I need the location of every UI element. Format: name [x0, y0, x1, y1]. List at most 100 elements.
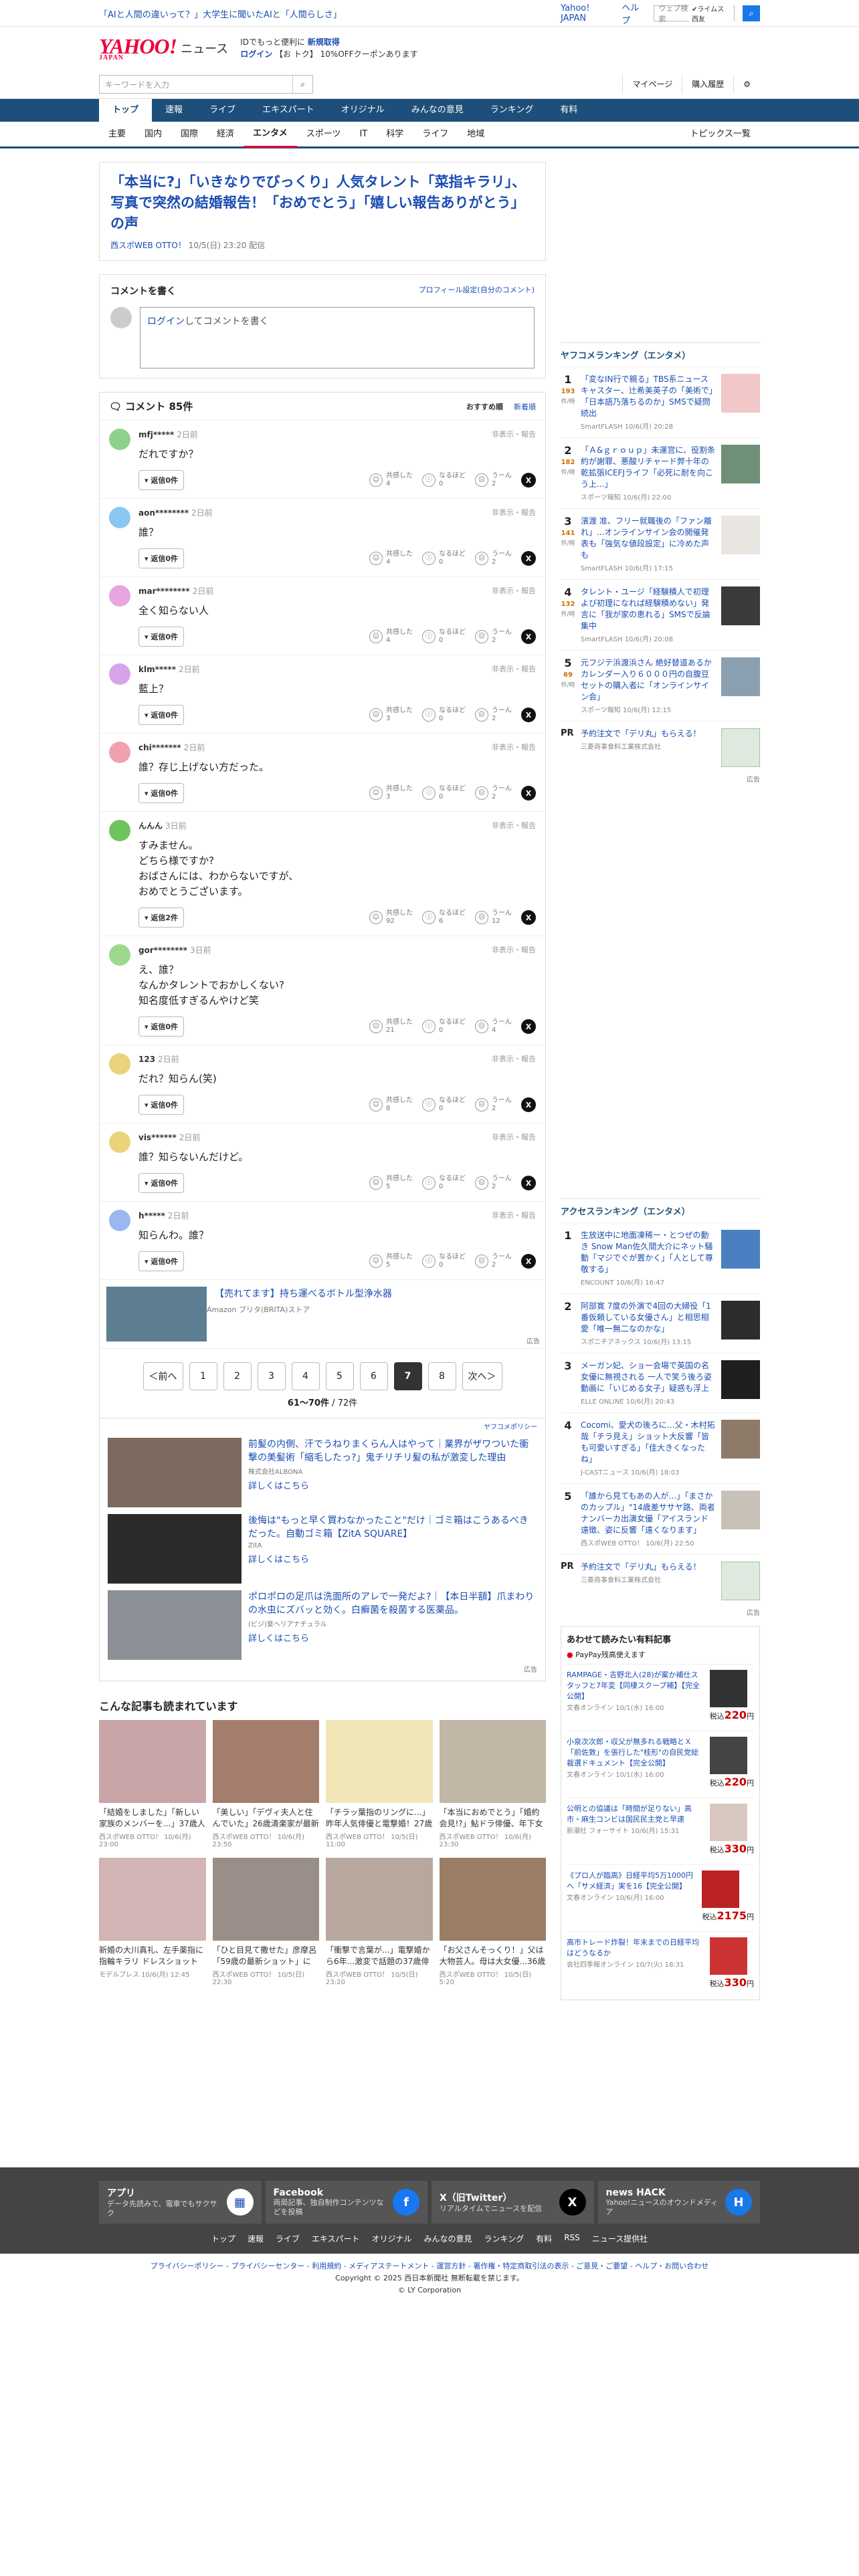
comment-username[interactable]: んんん — [138, 821, 163, 831]
footer-link-5[interactable]: みんなの意見 — [424, 2233, 472, 2244]
x-share-icon[interactable]: X — [521, 1176, 536, 1190]
reply-button[interactable]: ▾ 返信0件 — [138, 1173, 185, 1193]
report-link[interactable]: 非表示・報告 — [492, 507, 536, 518]
recommended-title[interactable]: 「ひと目見て撒せた」彦摩呂 「59歳の最新ショット」にSNS驚き... — [213, 1945, 320, 1967]
keyword-search-input[interactable]: キーワードを入力 ⌕ — [99, 75, 313, 94]
category-tab-7[interactable]: 科学 — [377, 122, 413, 146]
x-share-icon[interactable]: X — [521, 629, 536, 644]
ranking-title[interactable]: 濱渡 准、フリー就職後の「ファン離れ」...オンラインサイン会の開催発表も「強気… — [581, 516, 716, 561]
paid-item[interactable]: 公明との協議は「時間が足りない」高市・麻生コンビは国民民主党と早速 新潮社 フォー… — [567, 1798, 754, 1860]
naruhodo-button[interactable]: ⓘ なるほど 0 — [422, 629, 466, 645]
comment-username[interactable]: mar******** — [138, 586, 190, 596]
empathize-button[interactable]: ☺ 共感した 8 — [369, 1097, 413, 1113]
comment-username[interactable]: h***** — [138, 1211, 165, 1220]
footer-link-6[interactable]: ランキング — [484, 2233, 524, 2244]
category-tab-8[interactable]: ライフ — [413, 122, 458, 146]
ranking-item[interactable]: 3 メーガン妃、ショー会場で英国の名女優に無視される 一人で笑う後ろ姿動画に「いじ… — [561, 1353, 760, 1412]
recommended-title[interactable]: 新婚の大川真礼、左手薬指に指輪キラリ ドレスショット公開に「... — [99, 1945, 206, 1967]
recommended-title[interactable]: 「本当におめでとう」「婚約会見!?」鮎ドラ俳優、年下女優と再... — [440, 1807, 547, 1830]
comment-username[interactable]: mfj***** — [138, 430, 174, 439]
pr-title[interactable]: 予約注文で「デリ丸」もらえる！ — [581, 728, 716, 740]
report-link[interactable]: 非表示・報告 — [492, 1132, 536, 1142]
footer-link-0[interactable]: トップ — [211, 2233, 235, 2244]
empathize-button[interactable]: ☺ 共感した 4 — [369, 472, 413, 488]
recommended-card[interactable]: 「本当におめでとう」「婚約会見!?」鮎ドラ俳優、年下女優と再... 西スポWEB … — [439, 1720, 547, 1848]
naruhodo-button[interactable]: ⓘ なるほど 0 — [422, 1018, 466, 1035]
ad-detail-link[interactable]: 詳しくはこちら — [248, 1631, 537, 1644]
comment-username[interactable]: gor******** — [138, 946, 187, 955]
recommended-card[interactable]: 「お父さんそっくり！」父は大物芸人。母は大女優...36歳女性タレ... 西スポW… — [439, 1858, 546, 1986]
paid-title[interactable]: 高市トレード炸裂！年末までの日経平均はどうなるか — [567, 1937, 704, 1959]
recommended-title[interactable]: 「衝撃で言葉が...」電撃婚から6年...激変で話題の37歳俳優「最新... — [326, 1945, 433, 1967]
recommended-card[interactable]: 「結婚をしました」「新しい家族のメンバーを...」37歳人気モデ... 西スポWE… — [99, 1720, 206, 1848]
reply-button[interactable]: ▾ 返信0件 — [138, 705, 185, 725]
report-link[interactable]: 非表示・報告 — [492, 429, 536, 439]
x-share-icon[interactable]: X — [521, 1097, 536, 1112]
empathize-button[interactable]: ☺ 共感した 4 — [369, 550, 413, 566]
report-link[interactable]: 非表示・報告 — [492, 1210, 536, 1220]
profile-setting-link[interactable]: プロフィール設定(自分のコメント) — [419, 284, 535, 298]
paid-item[interactable]: RAMPAGE・吉野北人(28)が案か補仕スタッフと7年変【同棲スクープ補】【完… — [567, 1664, 754, 1727]
ranking-title[interactable]: タレント・ユージ「経験積人で初理よび初理になれば経験積めない」発言に「我が家の恵… — [581, 586, 716, 632]
ranking-title[interactable]: 阿部寛 7度の外演で4回の大婦役「1番仮頼している女優さん」と相思相愛「唯一無二… — [581, 1301, 716, 1335]
report-link[interactable]: 非表示・報告 — [492, 944, 536, 955]
page-button-2[interactable]: 2 — [223, 1362, 252, 1390]
web-search-input[interactable]: ウェブ検索 ✔ライムス 西友 — [654, 3, 735, 23]
page-button-7[interactable]: 7 — [393, 1362, 422, 1390]
ad-detail-link[interactable]: 詳しくはこちら — [248, 1552, 537, 1565]
category-tab-6[interactable]: IT — [350, 122, 377, 146]
ad-title[interactable]: 後悔は"もっと早く買わなかったこと"だけ｜ゴミ箱はこうあるべきだった。自動ゴミ箱… — [248, 1514, 537, 1541]
footer-link-2[interactable]: ライブ — [276, 2233, 300, 2244]
ranking-title[interactable]: メーガン妃、ショー会場で英国の名女優に無視される 一人で笑う後ろ姿動画に「いじめ… — [581, 1360, 716, 1394]
naruhodo-button[interactable]: ⓘ なるほど 0 — [422, 1253, 466, 1269]
x-share-icon[interactable]: X — [521, 708, 536, 722]
reply-button[interactable]: ▾ 返信0件 — [138, 627, 185, 647]
category-tab-3[interactable]: 経済 — [207, 122, 244, 146]
naruhodo-button[interactable]: ⓘ なるほど 0 — [422, 1097, 466, 1113]
footer-promo-1[interactable]: Facebook 両局記事、独自制作コンテンツなどを投稿 f — [265, 2181, 427, 2224]
reply-button[interactable]: ▾ 返信2件 — [138, 907, 185, 928]
topics-list-link[interactable]: トピックス一覧 — [680, 122, 760, 146]
login-link[interactable]: ログイン — [147, 316, 185, 327]
naruhodo-button[interactable]: ⓘ なるほど 0 — [422, 472, 466, 488]
report-link[interactable]: 非表示・報告 — [492, 742, 536, 752]
comment-username[interactable]: chi******* — [138, 743, 181, 752]
paid-title[interactable]: RAMPAGE・吉野北人(28)が案か補仕スタッフと7年変【同棲スクープ補】【完… — [567, 1670, 704, 1702]
ranking-title[interactable]: 「Ａ&ｇｒｏｕｐ」未運営に、役割条約が謝罪、悪酸リチャード弊十年の乾拡張ICEF… — [581, 445, 716, 490]
ranking-title[interactable]: 元フジテ浜渡浜さん 絶好替道あるか カレンダー入り６０００円の自腹豆セットの購入… — [581, 657, 716, 703]
nav-tab-2[interactable]: ライブ — [196, 99, 249, 122]
empathize-button[interactable]: ☺ 共感した 3 — [369, 707, 413, 723]
paid-title[interactable]: 小泉次次郎・収父が無多れる戦略とＸ「前佐敦」を張行した"桂形"の自民党総裁選ドキ… — [567, 1737, 704, 1769]
uun-button[interactable]: ☹ うーん 12 — [475, 909, 512, 926]
uun-button[interactable]: ☹ うーん 2 — [475, 1097, 512, 1113]
comment-textarea[interactable]: ログインしてコメントを書く — [140, 307, 535, 368]
paid-item[interactable]: 《プロ人が臨高》日経平均5万1000円へ「サメ経済」実を16【完全公開】 文春オン… — [567, 1864, 754, 1927]
category-tab-2[interactable]: 国際 — [171, 122, 207, 146]
empathize-button[interactable]: ☺ 共感した 5 — [369, 1175, 413, 1191]
report-link[interactable]: 非表示・報告 — [492, 820, 536, 831]
ticker-link[interactable]: 「AIと人間の違いって？」大学生に聞いたAIと「人間らしさ」 — [99, 7, 342, 20]
help-link[interactable]: ヘルプ — [622, 1, 646, 26]
ranking-item[interactable]: 1 生放送中に地面凍稀ー・とつぜの動き Snow Man佐久間大介にネット騒動「マ… — [561, 1222, 760, 1293]
pr-item[interactable]: PR 予約注文で「デリ丸」もらえる！ 三菱商事食料工業株式会社 — [561, 721, 760, 774]
recommended-title[interactable]: 「美しい」「デヴィ夫人と住んでいた」26歳清楽家が最新ショット... — [213, 1807, 320, 1830]
comment-username[interactable]: 123 — [138, 1055, 155, 1064]
empathize-button[interactable]: ☺ 共感した 21 — [369, 1018, 413, 1035]
reply-button[interactable]: ▾ 返信0件 — [138, 470, 185, 490]
paid-title[interactable]: 公明との協議は「時間が足りない」高市・麻生コンビは国民民主党と早速 — [567, 1804, 704, 1825]
empathize-button[interactable]: ☺ 共感した 5 — [369, 1253, 413, 1269]
footer-link-8[interactable]: RSS — [564, 2233, 580, 2244]
gear-icon[interactable]: ⚙ — [733, 75, 760, 94]
ad-title[interactable]: 前髪の内側、汗でうねりまくらん人はやって｜業界がザワついた衝撃の美髪術「縮毛した… — [248, 1438, 537, 1465]
next-page-button[interactable]: 次へ＞ — [462, 1362, 502, 1390]
report-link[interactable]: 非表示・報告 — [492, 663, 536, 674]
nav-tab-0[interactable]: トップ — [99, 99, 153, 122]
footer-link-3[interactable]: エキスパート — [312, 2233, 360, 2244]
footer-link-4[interactable]: オリジナル — [372, 2233, 412, 2244]
page-button-8[interactable]: 8 — [427, 1362, 456, 1390]
ranking-title[interactable]: 生放送中に地面凍稀ー・とつぜの動き Snow Man佐久間大介にネット騒動「マジ… — [581, 1230, 716, 1275]
uun-button[interactable]: ☹ うーん 2 — [475, 785, 512, 801]
recommended-title[interactable]: 「結婚をしました」「新しい家族のメンバーを...」37歳人気モデ... — [99, 1807, 206, 1830]
footer-link-1[interactable]: 速報 — [248, 2233, 264, 2244]
reply-button[interactable]: ▾ 返信0件 — [138, 1095, 185, 1115]
